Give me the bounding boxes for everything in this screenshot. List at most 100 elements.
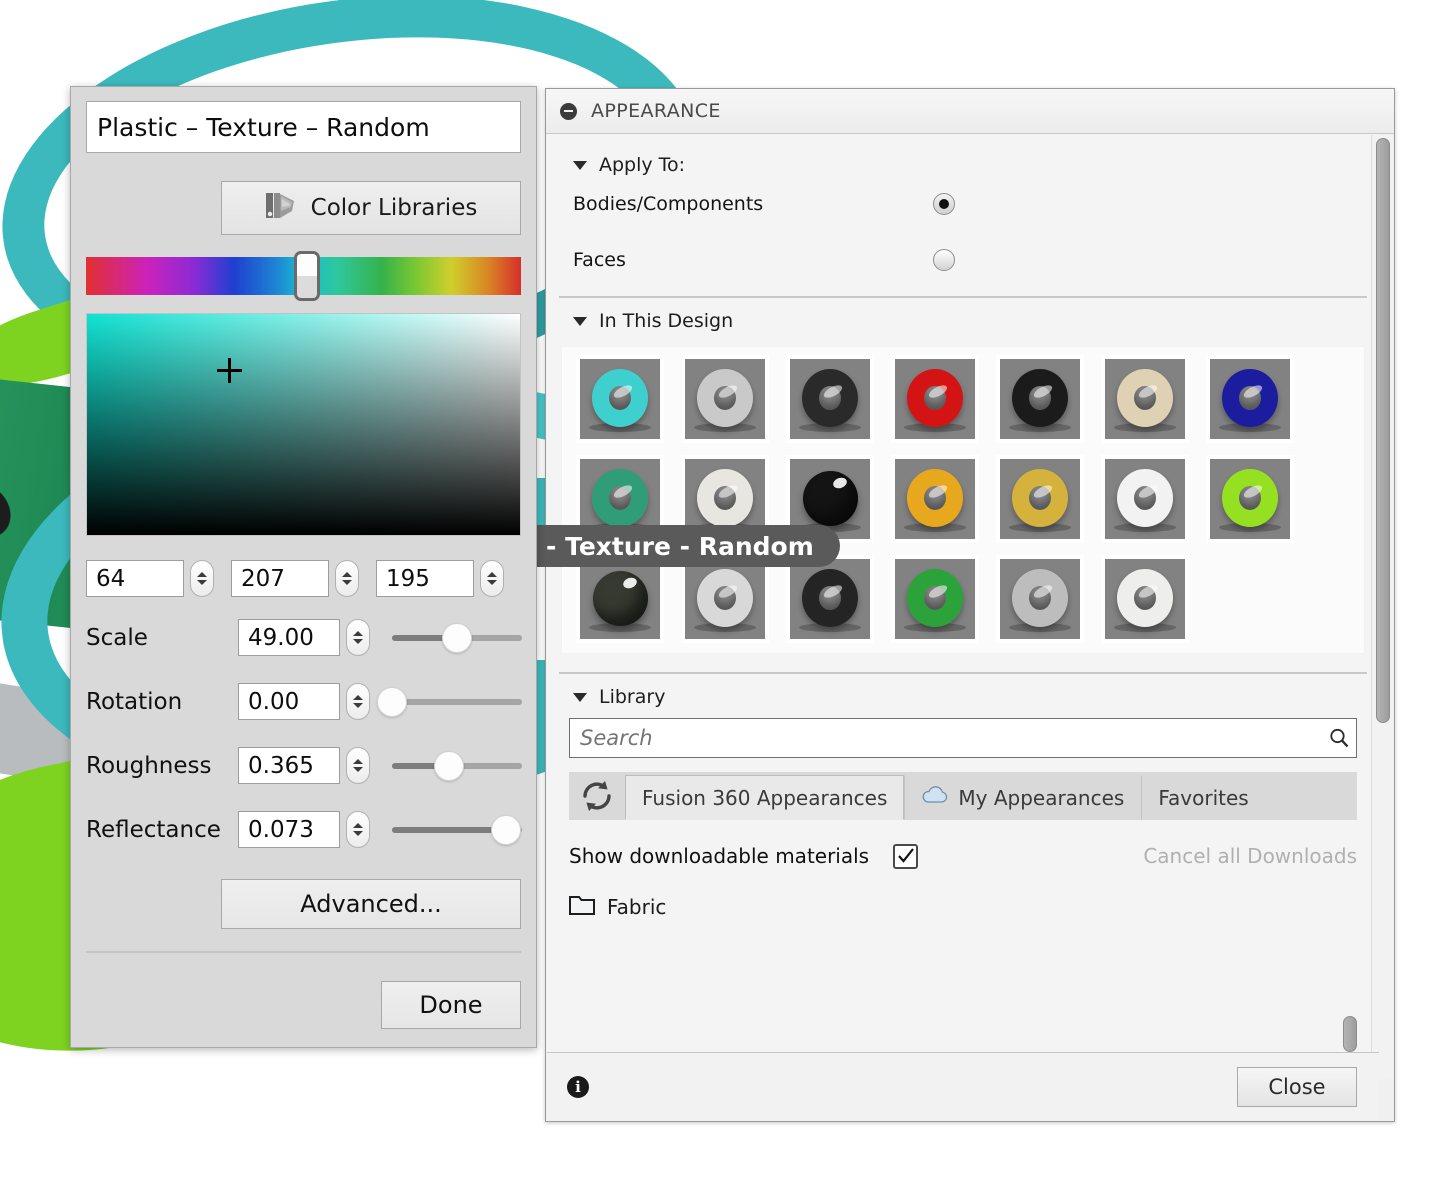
show-downloadable-checkbox[interactable] bbox=[893, 843, 919, 869]
thumbnail-metal-steel-brushed[interactable] bbox=[996, 555, 1084, 643]
library-search-box[interactable] bbox=[569, 718, 1357, 758]
thumbnail-torus-icon bbox=[907, 369, 963, 427]
reflectance-slider-knob[interactable] bbox=[491, 814, 522, 845]
thumbnail-chrome-polished[interactable] bbox=[681, 355, 769, 443]
reflectance-stepper[interactable] bbox=[346, 811, 370, 848]
thumbnail-torus-icon bbox=[697, 569, 753, 627]
cancel-all-downloads-button[interactable]: Cancel all Downloads bbox=[1143, 844, 1357, 868]
roughness-slider[interactable] bbox=[392, 750, 522, 781]
slider-fill bbox=[392, 826, 507, 833]
thumbnail-metal-gold-polished[interactable] bbox=[891, 455, 979, 543]
thumbnail-rubber-dark-sphere[interactable] bbox=[576, 555, 664, 643]
hue-slider[interactable] bbox=[86, 251, 521, 301]
thumbnail-preview bbox=[1105, 559, 1185, 639]
tab-label: My Appearances bbox=[958, 785, 1125, 810]
thumbnail-plastic-black-semigloss[interactable] bbox=[786, 555, 874, 643]
thumbnail-torus-icon bbox=[802, 369, 858, 427]
thumbnail-preview bbox=[580, 359, 660, 439]
scale-input[interactable]: 49.00 bbox=[238, 619, 340, 656]
blue-stepper[interactable] bbox=[480, 560, 504, 597]
thumbnail-plastic-matte-black[interactable] bbox=[786, 355, 874, 443]
material-name-field[interactable]: Plastic – Texture – Random bbox=[86, 101, 521, 153]
thumbnail-metal-brass-satin[interactable] bbox=[996, 455, 1084, 543]
library-folder-fabric[interactable]: Fabric bbox=[569, 892, 1357, 922]
thumbnail-ceramic-white-crackle[interactable] bbox=[1101, 555, 1189, 643]
library-list-scrollbar-thumb[interactable] bbox=[1343, 1016, 1357, 1052]
scale-slider-knob[interactable] bbox=[442, 622, 472, 653]
thumbnail-plastic-matte-dark[interactable] bbox=[996, 355, 1084, 443]
section-in-this-design[interactable]: In This Design bbox=[547, 310, 1379, 332]
thumbnail-plastic-glossy-blue[interactable] bbox=[1206, 355, 1294, 443]
magnifier-icon[interactable] bbox=[1322, 727, 1356, 749]
section-library[interactable]: Library bbox=[547, 686, 1379, 708]
appearance-panel-footer: i Close bbox=[547, 1052, 1379, 1120]
chevron-down-icon[interactable] bbox=[573, 692, 587, 702]
red-input[interactable]: 64 bbox=[86, 560, 184, 597]
advanced-button[interactable]: Advanced... bbox=[221, 879, 521, 929]
green-stepper[interactable] bbox=[335, 560, 359, 597]
thumbnail-sphere-icon bbox=[593, 571, 648, 626]
thumbnail-torus-icon bbox=[1012, 369, 1068, 427]
radio-faces[interactable] bbox=[933, 249, 955, 271]
thumbnail-torus-icon bbox=[907, 469, 963, 527]
refresh-icon[interactable] bbox=[569, 772, 625, 820]
green-input[interactable]: 207 bbox=[231, 560, 329, 597]
thumbnail-plastic-beige[interactable] bbox=[1101, 355, 1189, 443]
done-button[interactable]: Done bbox=[381, 981, 521, 1029]
thumbnail-plastic-glossy-lime[interactable] bbox=[1206, 455, 1294, 543]
thumbnail-plastic-glossy-green[interactable] bbox=[891, 555, 979, 643]
blue-input[interactable]: 195 bbox=[376, 560, 474, 597]
scale-stepper[interactable] bbox=[346, 619, 370, 656]
thumbnail-torus-icon bbox=[802, 569, 858, 627]
search-input[interactable] bbox=[570, 725, 1322, 751]
roughness-input[interactable]: 0.365 bbox=[238, 747, 340, 784]
hue-slider-handle[interactable] bbox=[294, 251, 320, 301]
chevron-down-icon[interactable] bbox=[573, 316, 587, 326]
reflectance-input[interactable]: 0.073 bbox=[238, 811, 340, 848]
thumbnail-metal-chrome-bright[interactable] bbox=[681, 555, 769, 643]
section-apply-to[interactable]: Apply To: bbox=[547, 154, 1379, 176]
color-swatch-fan-icon bbox=[265, 190, 297, 226]
roughness-slider-knob[interactable] bbox=[434, 750, 465, 781]
tab-fusion-360-appearances[interactable]: Fusion 360 Appearances bbox=[625, 775, 905, 820]
info-icon[interactable]: i bbox=[567, 1075, 589, 1098]
param-label-scale: Scale bbox=[86, 624, 148, 651]
material-parameter-rows: Scale 49.00 Rotation 0.00 Roughness 0.365 Refl… bbox=[71, 614, 536, 853]
thumbnail-preview bbox=[685, 359, 765, 439]
thumbnail-torus-icon bbox=[1012, 569, 1068, 627]
thumbnail-torus-icon bbox=[592, 469, 648, 527]
thumbnail-plastic-glossy-red[interactable] bbox=[891, 355, 979, 443]
saturation-value-picker[interactable] bbox=[86, 313, 521, 536]
apply-to-option-faces[interactable]: Faces bbox=[547, 232, 1379, 288]
appearance-panel-header[interactable]: APPEARANCE bbox=[546, 89, 1394, 134]
thumbnail-row bbox=[568, 355, 1358, 443]
radio-bodies-components[interactable] bbox=[933, 193, 955, 215]
chevron-down-icon[interactable] bbox=[573, 160, 587, 170]
thumbnail-plastic-texture-random-teal[interactable] bbox=[576, 355, 664, 443]
thumbnail-preview bbox=[580, 559, 660, 639]
rgb-inputs-row: 64 207 195 bbox=[86, 560, 536, 597]
apply-to-option-bodies[interactable]: Bodies/Components bbox=[547, 176, 1379, 232]
tab-favorites[interactable]: Favorites bbox=[1141, 775, 1265, 820]
rotation-slider-knob[interactable] bbox=[377, 686, 407, 717]
red-stepper[interactable] bbox=[190, 560, 214, 597]
tab-my-appearances[interactable]: My Appearances bbox=[904, 775, 1141, 820]
color-libraries-button[interactable]: Color Libraries bbox=[221, 181, 521, 235]
panel-scrollbar-thumb[interactable] bbox=[1376, 138, 1390, 723]
red-input-cell: 64 bbox=[86, 560, 214, 597]
cloud-icon bbox=[921, 785, 949, 810]
close-button[interactable]: Close bbox=[1237, 1066, 1357, 1107]
thumbnail-preview bbox=[895, 459, 975, 539]
roughness-stepper[interactable] bbox=[346, 747, 370, 784]
rotation-stepper[interactable] bbox=[346, 683, 370, 720]
minus-circle-icon[interactable] bbox=[560, 102, 577, 120]
panel-scrollbar-track[interactable] bbox=[1371, 135, 1393, 1079]
rotation-slider[interactable] bbox=[377, 686, 522, 717]
rotation-input[interactable]: 0.00 bbox=[238, 683, 340, 720]
scale-slider[interactable] bbox=[392, 622, 522, 653]
reflectance-slider[interactable] bbox=[392, 814, 522, 845]
thumbnail-torus-icon bbox=[1117, 369, 1173, 427]
thumbnail-plastic-white-glossy[interactable] bbox=[1101, 455, 1189, 543]
color-picker-crosshair[interactable] bbox=[217, 358, 242, 383]
thumbnail-row bbox=[568, 555, 1358, 643]
